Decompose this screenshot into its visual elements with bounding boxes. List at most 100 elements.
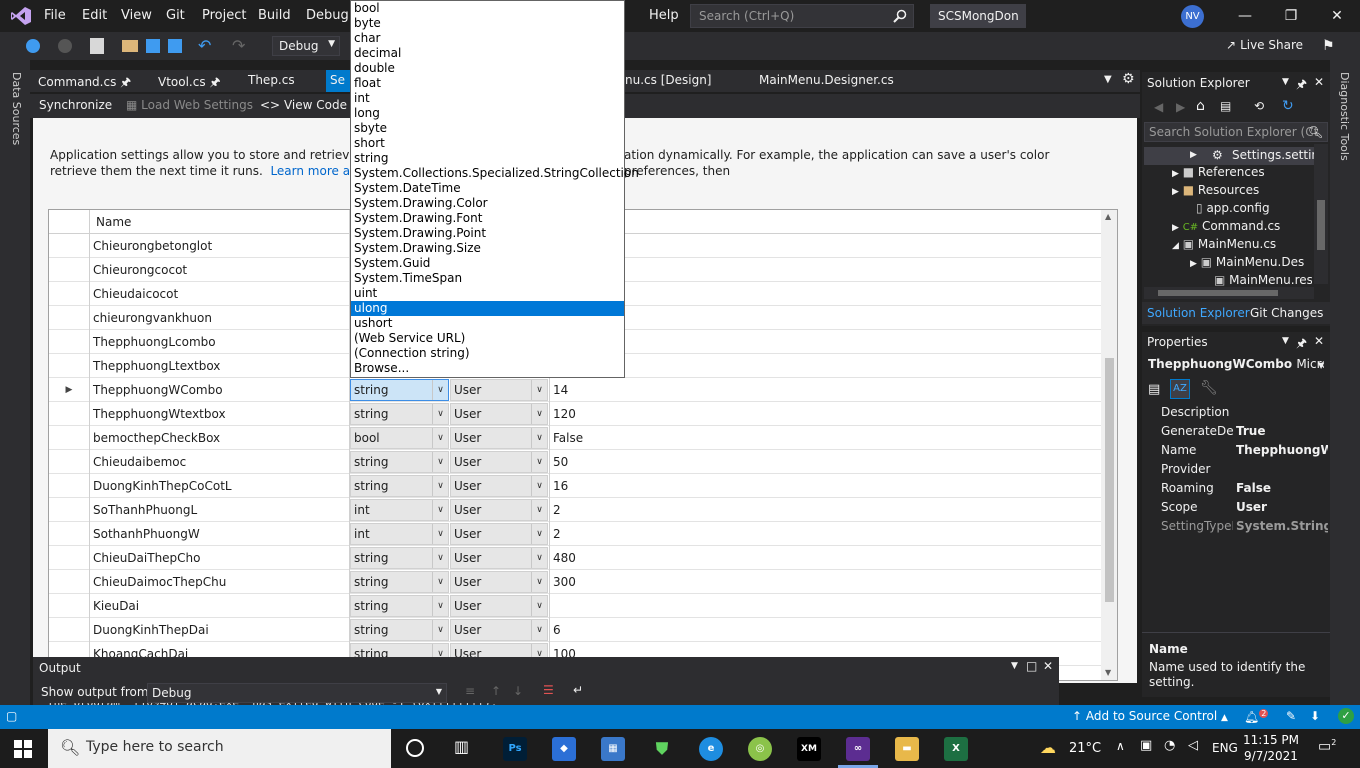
- tab-mainmenu-design[interactable]: nu.cs [Design]: [617, 70, 719, 92]
- menu-view[interactable]: View: [121, 8, 152, 23]
- tab-solution-explorer[interactable]: Solution Explorer: [1147, 306, 1250, 320]
- new-project-icon[interactable]: [90, 38, 104, 54]
- expand-icon[interactable]: ▶: [1190, 150, 1197, 160]
- setting-name-cell[interactable]: ChieuDaiThepCho: [90, 546, 350, 570]
- setting-name-cell[interactable]: Chieurongbetonglot: [90, 234, 350, 258]
- table-row[interactable]: bemocthepCheckBox bool ∨ User ∨ False: [49, 426, 1101, 450]
- table-row[interactable]: ChieuDaiThepCho string ∨ User ∨ 480: [49, 546, 1101, 570]
- wifi-icon[interactable]: ◔: [1164, 738, 1175, 753]
- menu-build[interactable]: Build: [258, 8, 291, 23]
- setting-type-select[interactable]: string ∨: [350, 475, 449, 497]
- row-header[interactable]: [49, 402, 90, 426]
- setting-name-cell[interactable]: ThepphuongLtextbox: [90, 354, 350, 378]
- weather-icon[interactable]: ☁: [1040, 738, 1056, 757]
- property-row[interactable]: Name ThepphuongWC: [1142, 441, 1330, 460]
- table-row[interactable]: ChieuDaimocThepChu string ∨ User ∨ 300: [49, 570, 1101, 594]
- tree-item-references[interactable]: ▶ ■ References: [1172, 165, 1265, 179]
- setting-scope-select[interactable]: User ∨: [450, 619, 548, 641]
- type-option[interactable]: double: [351, 61, 624, 76]
- shield-app-icon[interactable]: ⛊: [650, 737, 674, 761]
- close-icon[interactable]: ✕: [1314, 0, 1360, 32]
- tab-overflow-icon[interactable]: ▼: [1104, 74, 1112, 85]
- setting-type-select[interactable]: string ∨: [350, 619, 449, 641]
- taskbar-clock[interactable]: 11:15 PM 9/7/2021: [1243, 732, 1299, 764]
- tree-item-mainmenu-designer[interactable]: ▶ ▣ MainMenu.Des: [1190, 255, 1304, 269]
- setting-scope-select[interactable]: User ∨: [450, 523, 548, 545]
- language-indicator[interactable]: ENG: [1212, 741, 1238, 755]
- setting-value-cell[interactable]: 6: [549, 618, 1101, 642]
- setting-scope-select[interactable]: User ∨: [450, 379, 548, 401]
- tab-command-cs[interactable]: Command.cs 🖈︎: [30, 70, 139, 92]
- history-icon[interactable]: ⟲: [1254, 99, 1264, 113]
- row-header[interactable]: ▶: [49, 378, 90, 402]
- tools-icon[interactable]: ✎: [1286, 709, 1296, 723]
- setting-name-cell[interactable]: chieurongvankhuon: [90, 306, 350, 330]
- menu-help[interactable]: Help: [649, 8, 679, 23]
- setting-name-cell[interactable]: KieuDai: [90, 594, 350, 618]
- setting-value-cell[interactable]: 16: [549, 474, 1101, 498]
- chevron-down-icon[interactable]: ∨: [432, 476, 448, 496]
- scroll-down-icon[interactable]: ▼: [1105, 668, 1111, 677]
- row-header[interactable]: [49, 450, 90, 474]
- type-dropdown-list[interactable]: bool byte char decimal double float int long sby…: [350, 0, 639, 378]
- cube-app-icon[interactable]: ◆: [552, 737, 576, 761]
- property-value[interactable]: System.String: [1236, 519, 1328, 533]
- property-row[interactable]: Provider: [1142, 460, 1330, 479]
- setting-value-cell[interactable]: 2: [549, 498, 1101, 522]
- row-header[interactable]: [49, 234, 90, 258]
- close-icon[interactable]: ✕: [1043, 659, 1053, 673]
- setting-name-cell[interactable]: DuongKinhThepDai: [90, 618, 350, 642]
- type-option[interactable]: System.Drawing.Point: [351, 226, 624, 241]
- type-option[interactable]: bool: [351, 1, 624, 16]
- expand-icon[interactable]: ▶: [1172, 223, 1179, 233]
- tab-settings[interactable]: Se: [326, 70, 350, 92]
- row-header[interactable]: [49, 474, 90, 498]
- properties-object-selector[interactable]: ThepphuongWCombo Micros: [1148, 357, 1324, 371]
- setting-name-cell[interactable]: bemocthepCheckBox: [90, 426, 350, 450]
- row-header[interactable]: [49, 282, 90, 306]
- chevron-down-icon[interactable]: ∨: [432, 620, 448, 640]
- task-view-icon[interactable]: ▥: [454, 737, 469, 756]
- excel-icon[interactable]: X: [944, 737, 968, 761]
- property-row[interactable]: SettingTypeN System.String: [1142, 517, 1330, 536]
- tab-git-changes[interactable]: Git Changes: [1250, 306, 1323, 320]
- close-icon[interactable]: ✕: [1314, 75, 1324, 89]
- type-option[interactable]: System.DateTime: [351, 181, 624, 196]
- setting-value-cell[interactable]: [549, 330, 1101, 354]
- back-icon[interactable]: ◀: [1154, 100, 1163, 114]
- tree-item-mainmenu-resx[interactable]: ▣ MainMenu.resx: [1214, 273, 1312, 287]
- redo-icon[interactable]: ↷: [232, 36, 245, 55]
- setting-name-cell[interactable]: SoThanhPhuongL: [90, 498, 350, 522]
- view-code-button[interactable]: <> View Code: [260, 98, 347, 112]
- type-option[interactable]: float: [351, 76, 624, 91]
- setting-value-cell[interactable]: False: [549, 426, 1101, 450]
- type-option[interactable]: System.Collections.Specialized.StringCol…: [351, 166, 639, 181]
- network-icon[interactable]: ▣: [1140, 738, 1152, 753]
- categorized-icon[interactable]: ▤: [1148, 382, 1160, 397]
- maximize-icon[interactable]: □: [1026, 659, 1037, 673]
- type-option[interactable]: byte: [351, 16, 624, 31]
- chevron-down-icon[interactable]: ▼: [1318, 361, 1324, 370]
- tree-item-app-config[interactable]: ▯ app.config: [1196, 201, 1270, 215]
- type-option[interactable]: int: [351, 91, 624, 106]
- chevron-down-icon[interactable]: ∨: [531, 620, 547, 640]
- open-icon[interactable]: [122, 40, 138, 52]
- setting-type-select[interactable]: bool ∨: [350, 427, 449, 449]
- file-explorer-icon[interactable]: ▬: [895, 737, 919, 761]
- setting-value-cell[interactable]: 120: [549, 402, 1101, 426]
- tree-item-resources[interactable]: ▶ ■ Resources: [1172, 183, 1259, 197]
- type-option[interactable]: char: [351, 31, 624, 46]
- dropdown-icon[interactable]: ▼: [1282, 336, 1289, 346]
- chevron-down-icon[interactable]: ∨: [531, 572, 547, 592]
- setting-type-select[interactable]: string ∨: [350, 451, 449, 473]
- expand-icon[interactable]: ▶: [1190, 259, 1197, 269]
- row-header[interactable]: [49, 354, 90, 378]
- type-option[interactable]: ulong: [351, 301, 624, 316]
- setting-scope-select[interactable]: User ∨: [450, 427, 548, 449]
- table-row[interactable]: SothanhPhuongW int ∨ User ∨ 2: [49, 522, 1101, 546]
- home-icon[interactable]: ⌂: [1196, 98, 1205, 114]
- setting-type-select[interactable]: string ∨: [350, 379, 449, 401]
- chevron-down-icon[interactable]: ∨: [432, 380, 448, 400]
- expand-icon[interactable]: ▶: [1172, 169, 1179, 179]
- collapse-icon[interactable]: ◢: [1172, 241, 1179, 251]
